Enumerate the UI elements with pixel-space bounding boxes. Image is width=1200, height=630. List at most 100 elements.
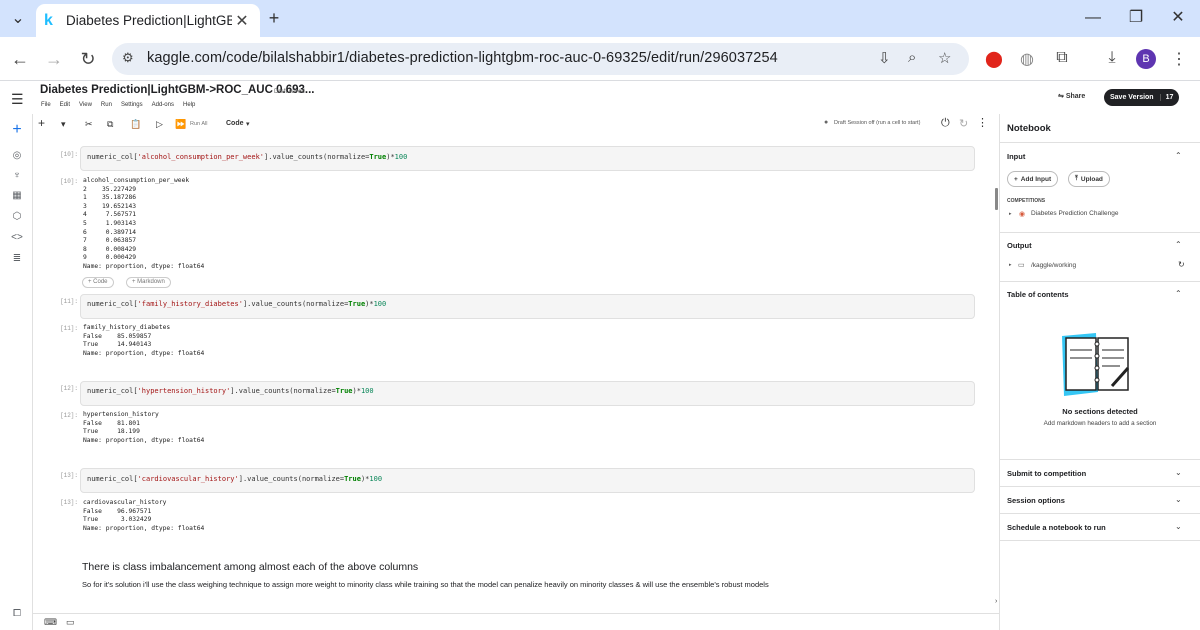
forward-icon[interactable]: → <box>42 48 66 70</box>
save-version-button[interactable]: Save Version 17 <box>1104 89 1180 106</box>
run-all-icon[interactable]: ⏩ <box>175 119 186 130</box>
copy-icon[interactable]: ⧉ <box>107 119 113 130</box>
models-icon[interactable]: ⬡ <box>10 211 24 222</box>
output-path[interactable]: /kaggle/working <box>1031 262 1076 269</box>
divider <box>1000 513 1200 514</box>
keyboard-icon[interactable]: ▭ <box>66 617 75 628</box>
new-tab-icon[interactable]: + <box>263 8 285 28</box>
install-app-icon[interactable]: ⇩ <box>878 49 891 67</box>
cut-icon[interactable]: ✂ <box>85 119 93 130</box>
bottom-bar: ⌨ ▭ <box>33 613 999 630</box>
cell-output: cardiovascular_history False 96.967571 T… <box>83 499 205 532</box>
chevron-up-icon[interactable]: ⌃ <box>1175 289 1182 298</box>
downloads-icon[interactable]: ⤓ <box>1101 49 1123 67</box>
divider <box>1000 540 1200 541</box>
share-label: Share <box>1065 93 1086 100</box>
extensions-icon[interactable]: ⧉ <box>1051 49 1073 67</box>
address-bar[interactable]: ⚙ kaggle.com/code/bilalshabbir1/diabetes… <box>112 43 969 75</box>
code-text[interactable]: numeric_col['cardiovascular_history'].va… <box>87 475 382 483</box>
hamburger-menu-icon[interactable]: ☰ <box>11 91 24 108</box>
console-icon[interactable]: ⌨ <box>44 617 57 628</box>
input-section-header[interactable]: Input <box>1007 152 1025 161</box>
toc-section-header[interactable]: Table of contents <box>1007 290 1069 299</box>
schedule-header[interactable]: Schedule a notebook to run <box>1007 523 1106 532</box>
datasets-icon[interactable]: ▦ <box>10 190 24 201</box>
save-version-label: Save Version <box>1110 94 1154 101</box>
tab-search-icon[interactable]: ⌄ <box>7 9 29 29</box>
expand-caret-icon[interactable]: ▸ <box>1009 211 1012 217</box>
output-section-header[interactable]: Output <box>1007 241 1032 250</box>
add-markdown-cell-button[interactable]: + Markdown <box>126 277 171 288</box>
collapse-panel-icon[interactable]: › <box>995 598 997 605</box>
upload-button[interactable]: ⤒ Upload <box>1068 171 1110 187</box>
expand-caret-icon[interactable]: ▸ <box>1009 262 1012 268</box>
code-text[interactable]: numeric_col['family_history_diabetes'].v… <box>87 300 386 308</box>
divider <box>1000 486 1200 487</box>
paste-icon[interactable]: 📋 <box>130 119 141 130</box>
close-window-icon[interactable]: ✕ <box>1167 8 1189 28</box>
create-plus-icon[interactable]: + <box>10 121 24 139</box>
browser-tab[interactable]: k Diabetes Prediction|LightGBM- ✕ <box>36 4 260 37</box>
reload-icon[interactable]: ↻ <box>76 48 100 70</box>
version-count: 17 <box>1159 94 1173 101</box>
plus-icon: + <box>1014 175 1018 183</box>
add-cell-dropdown-icon[interactable]: ▾ <box>61 119 66 130</box>
menu-addons[interactable]: Add-ons <box>152 102 174 108</box>
chevron-down-icon[interactable]: ⌄ <box>1175 495 1182 504</box>
chevron-down-icon[interactable]: ⌄ <box>1175 522 1182 531</box>
back-icon[interactable]: ← <box>8 48 32 70</box>
add-cell-icon[interactable]: + <box>38 116 45 130</box>
chrome-menu-icon[interactable]: ⋮ <box>1168 49 1190 69</box>
code-text[interactable]: numeric_col['alcohol_consumption_per_wee… <box>87 153 407 161</box>
menu-run[interactable]: Run <box>101 102 112 108</box>
learn-icon[interactable]: ⧠ <box>10 608 24 619</box>
opera-extension-icon[interactable]: ⬤ <box>983 49 1005 69</box>
cell-out-number: [12]: <box>60 412 79 419</box>
menu-view[interactable]: View <box>79 102 92 108</box>
divider <box>1000 142 1200 143</box>
profile-avatar[interactable]: B <box>1136 49 1156 69</box>
restore-icon[interactable]: ❐ <box>1125 8 1147 28</box>
close-tab-icon[interactable]: ✕ <box>232 11 252 31</box>
upload-icon: ⤒ <box>1075 175 1078 182</box>
empty-notebook-illustration-icon <box>1062 333 1130 396</box>
add-input-button[interactable]: + Add Input <box>1007 171 1059 187</box>
trophy-icon[interactable]: ♆ <box>10 170 24 181</box>
add-code-cell-button[interactable]: + Code <box>82 277 114 288</box>
cell-in-number: [11]: <box>60 298 79 305</box>
menu-edit[interactable]: Edit <box>60 102 70 108</box>
site-settings-icon[interactable]: ⚙ <box>122 50 134 66</box>
zoom-icon[interactable]: ⌕ <box>908 49 916 66</box>
left-rail: + ◎ ♆ ▦ ⬡ <> ≣ ⧠ <box>0 114 33 630</box>
cell-type-chevron-icon[interactable]: ▾ <box>246 120 250 128</box>
menu-file[interactable]: File <box>41 102 51 108</box>
vpn-extension-icon[interactable]: ◍ <box>1016 49 1038 69</box>
refresh-icon[interactable]: ↻ <box>1178 260 1185 269</box>
menu-help[interactable]: Help <box>183 102 195 108</box>
browser-toolbar: ← → ↻ ⚙ kaggle.com/code/bilalshabbir1/di… <box>0 37 1200 81</box>
submit-section-header[interactable]: Submit to competition <box>1007 469 1086 478</box>
chevron-up-icon[interactable]: ⌃ <box>1175 240 1182 249</box>
draft-status: Draft saved <box>274 89 305 95</box>
share-button[interactable]: ⇋ Share <box>1058 92 1085 100</box>
more-options-icon[interactable]: ⋮ <box>977 116 988 129</box>
power-icon[interactable]: ⏻ <box>941 117 950 130</box>
competition-item[interactable]: Diabetes Prediction Challenge <box>1031 210 1118 217</box>
session-options-header[interactable]: Session options <box>1007 496 1065 505</box>
run-all-label[interactable]: Run All <box>190 121 207 127</box>
code-text[interactable]: numeric_col['hypertension_history'].valu… <box>87 387 374 395</box>
scrollbar-thumb[interactable] <box>995 188 998 210</box>
list-icon[interactable]: ≣ <box>10 253 24 264</box>
run-cell-icon[interactable]: ▷ <box>156 119 163 130</box>
cell-type-select[interactable]: Code <box>226 120 244 127</box>
menu-settings[interactable]: Settings <box>121 102 143 108</box>
kaggle-favicon-icon: k <box>44 11 53 29</box>
restart-icon[interactable]: ↻ <box>959 117 968 130</box>
minimize-icon[interactable]: — <box>1082 8 1104 28</box>
markdown-text: So for it's solution i'll use the class … <box>82 580 769 589</box>
chevron-up-icon[interactable]: ⌃ <box>1175 151 1182 160</box>
code-icon[interactable]: <> <box>10 232 24 243</box>
compass-icon[interactable]: ◎ <box>10 150 24 161</box>
bookmark-star-icon[interactable]: ☆ <box>938 49 951 67</box>
chevron-down-icon[interactable]: ⌄ <box>1175 468 1182 477</box>
